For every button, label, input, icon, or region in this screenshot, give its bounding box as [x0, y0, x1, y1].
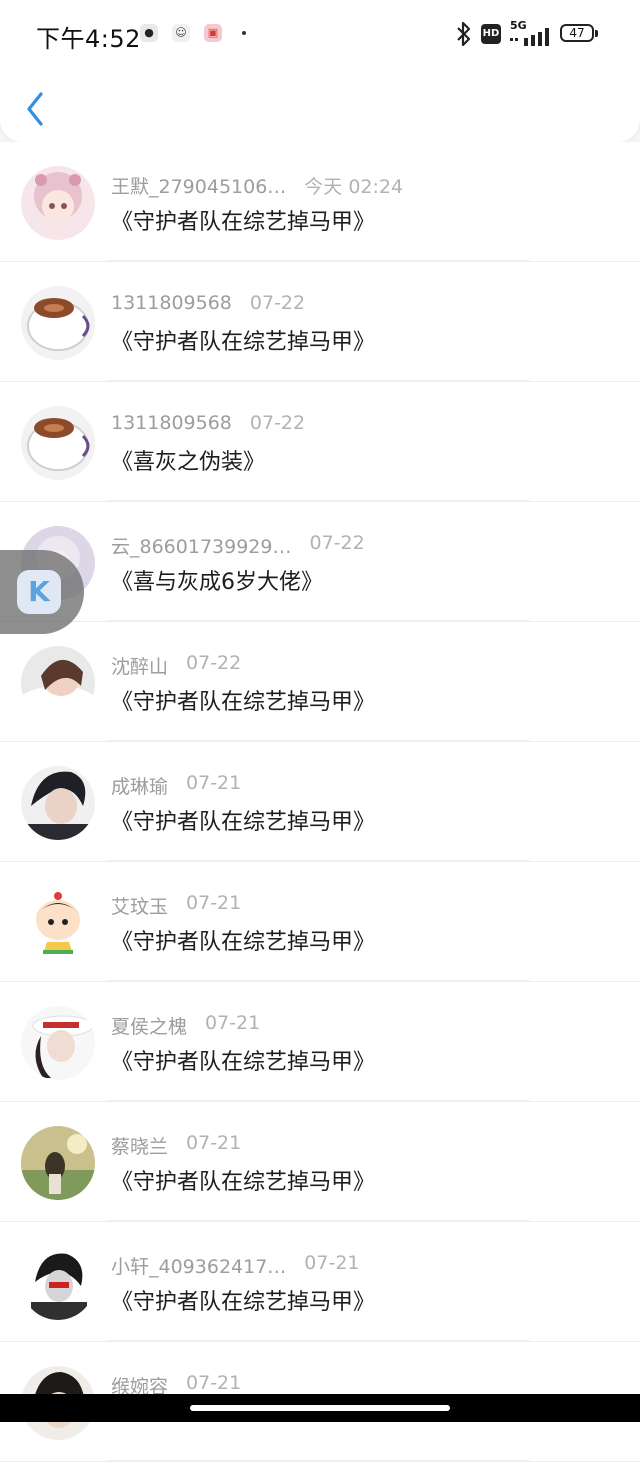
list-item[interactable]: 沈醉山 07-22 《守护者队在综艺掉马甲》 [0, 622, 640, 742]
user-name[interactable]: 小轩_409362417… [111, 1252, 286, 1279]
user-name[interactable]: 1311809568 [111, 412, 232, 434]
list-item[interactable]: 1311809568 07-22 《守护者队在综艺掉马甲》 [0, 262, 640, 382]
book-title[interactable]: 《守护者队在综艺掉马甲》 [111, 324, 375, 356]
book-title[interactable]: 《守护者队在综艺掉马甲》 [111, 684, 375, 716]
comment-time: 07-21 [186, 1132, 242, 1154]
user-name[interactable]: 艾玟玉 [111, 892, 168, 919]
list-item[interactable]: 云_86601739929… 07-22 《喜与灰成6岁大佬》 [0, 502, 640, 622]
signal-icon [510, 28, 549, 46]
avatar[interactable] [21, 406, 95, 480]
book-title[interactable]: 《守护者队在综艺掉马甲》 [111, 804, 375, 836]
app-notification-icon: ● [140, 24, 158, 42]
book-title[interactable]: 《守护者队在综艺掉马甲》 [111, 1164, 375, 1196]
avatar[interactable] [21, 886, 95, 960]
book-title[interactable]: 《守护者队在综艺掉马甲》 [111, 204, 375, 236]
avatar[interactable] [21, 1126, 95, 1200]
more-notifications-dot [242, 31, 246, 35]
bluetooth-icon [457, 21, 471, 47]
book-title[interactable]: 《喜灰之伪装》 [111, 444, 265, 476]
list-item[interactable]: 夏侯之槐 07-21 《守护者队在综艺掉马甲》 [0, 982, 640, 1102]
battery-icon: 47 [560, 24, 598, 42]
user-name[interactable]: 1311809568 [111, 292, 232, 314]
book-title[interactable]: 《喜与灰成6岁大佬》 [111, 564, 323, 596]
comment-time: 今天 02:24 [304, 176, 404, 198]
book-title[interactable]: 《守护者队在综艺掉马甲》 [111, 1044, 375, 1076]
app-notification-icon: ▣ [204, 24, 222, 42]
status-bar: 下午4:52 ● ☺ ▣ HD 5G 47 [0, 0, 640, 68]
comment-time: 07-22 [309, 532, 365, 554]
comment-time: 07-21 [304, 1252, 360, 1274]
list-item[interactable]: 1311809568 07-22 《喜灰之伪装》 [0, 382, 640, 502]
book-title[interactable]: 《守护者队在综艺掉马甲》 [111, 924, 375, 956]
floating-assistant-button[interactable]: K [0, 550, 84, 634]
list-item[interactable]: 王默_279045106… 今天 02:24 《守护者队在综艺掉马甲》 [0, 142, 640, 262]
list-item[interactable]: 蔡晓兰 07-21 《守护者队在综艺掉马甲》 [0, 1102, 640, 1222]
user-name[interactable]: 云_86601739929… [111, 532, 291, 559]
comment-time: 07-21 [186, 772, 242, 794]
avatar[interactable] [21, 166, 95, 240]
avatar[interactable] [21, 766, 95, 840]
book-title[interactable]: 《守护者队在综艺掉马甲》 [111, 1284, 375, 1316]
status-time: 下午4:52 [36, 25, 141, 53]
app-notification-icon: ☺ [172, 24, 190, 42]
comment-time: 07-22 [249, 412, 306, 434]
comment-list: 王默_279045106… 今天 02:24 《守护者队在综艺掉马甲》 13118… [0, 142, 640, 1462]
home-indicator[interactable] [190, 1405, 450, 1411]
k-icon: K [17, 570, 61, 614]
comment-time: 07-21 [205, 1012, 261, 1034]
list-item[interactable]: 小轩_409362417… 07-21 《守护者队在综艺掉马甲》 [0, 1222, 640, 1342]
user-name[interactable]: 蔡晓兰 [111, 1132, 168, 1159]
comment-time: 07-21 [186, 892, 242, 914]
chevron-left-icon[interactable] [22, 90, 50, 128]
hd-icon: HD [481, 24, 501, 44]
avatar[interactable] [21, 1006, 95, 1080]
header-card: 下午4:52 ● ☺ ▣ HD 5G 47 [0, 0, 640, 142]
list-item[interactable]: 成琳瑜 07-21 《守护者队在综艺掉马甲》 [0, 742, 640, 862]
user-name[interactable]: 沈醉山 [111, 652, 168, 679]
user-name[interactable]: 成琳瑜 [111, 772, 168, 799]
comment-time: 07-22 [186, 652, 242, 674]
user-name[interactable]: 夏侯之槐 [111, 1012, 187, 1039]
avatar[interactable] [21, 286, 95, 360]
avatar[interactable] [21, 1246, 95, 1320]
comment-time: 07-21 [186, 1372, 242, 1394]
comment-time: 07-22 [249, 292, 306, 314]
list-item[interactable]: 艾玟玉 07-21 《守护者队在综艺掉马甲》 [0, 862, 640, 982]
avatar[interactable] [21, 646, 95, 720]
user-name[interactable]: 王默_279045106… [111, 172, 286, 199]
